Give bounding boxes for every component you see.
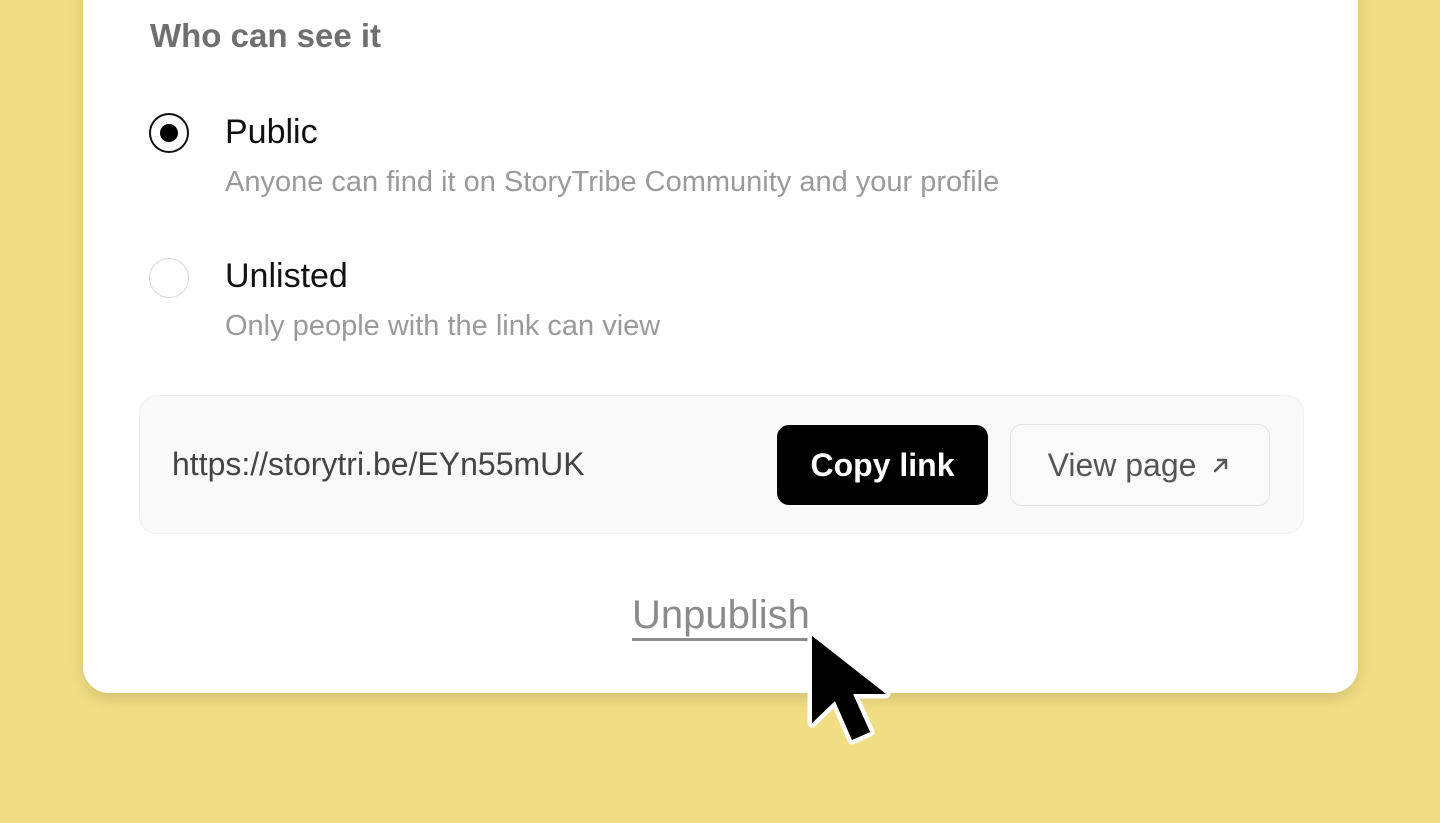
view-page-button[interactable]: View page xyxy=(1010,424,1270,506)
unpublish-link[interactable]: Unpublish xyxy=(632,593,810,638)
copy-link-button[interactable]: Copy link xyxy=(777,425,988,505)
option-public-description: Anyone can find it on StoryTribe Communi… xyxy=(225,166,1000,198)
publish-settings-card xyxy=(83,0,1358,693)
radio-public[interactable] xyxy=(149,113,189,153)
stage: Who can see it Public Anyone can find it… xyxy=(0,0,1440,823)
mouse-pointer-icon xyxy=(800,628,910,763)
radio-unlisted[interactable] xyxy=(149,258,189,298)
option-public-label[interactable]: Public xyxy=(225,113,318,152)
arrow-up-right-icon xyxy=(1210,454,1232,476)
section-title: Who can see it xyxy=(150,17,382,54)
view-page-label: View page xyxy=(1047,446,1197,483)
option-unlisted-label[interactable]: Unlisted xyxy=(225,257,348,296)
radio-selected-dot xyxy=(160,124,178,142)
share-url: https://storytri.be/EYn55mUK xyxy=(172,446,585,482)
option-unlisted-description: Only people with the link can view xyxy=(225,310,661,342)
